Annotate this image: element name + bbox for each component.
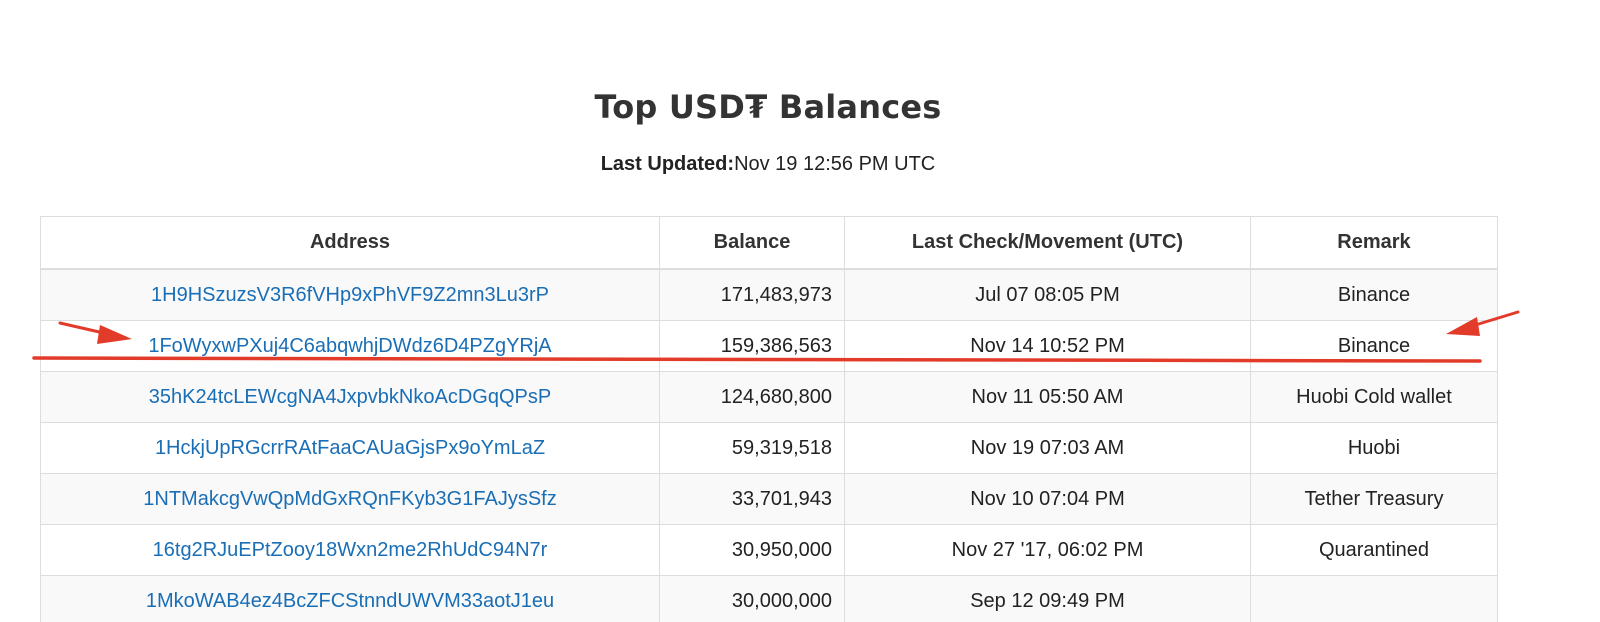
page: Top USD₮ Balances Last Updated:Nov 19 12… — [0, 0, 1600, 622]
address-link[interactable]: 1HckjUpRGcrrRAtFaaCAUaGjsPx9oYmLaZ — [155, 437, 545, 459]
balance-cell: 30,000,000 — [659, 575, 845, 622]
address-cell: 1HckjUpRGcrrRAtFaaCAUaGjsPx9oYmLaZ — [40, 422, 660, 474]
table-row: 1FoWyxwPXuj4C6abqwhjDWdz6D4PZgYRjA 159,3… — [40, 320, 1498, 372]
address-link[interactable]: 1MkoWAB4ez4BcZFCStnndUWVM33aotJ1eu — [146, 590, 554, 612]
table-row: 35hK24tcLEWcgNA4JxpvbkNkoAcDGqQPsP 124,6… — [40, 371, 1498, 423]
address-link[interactable]: 35hK24tcLEWcgNA4JxpvbkNkoAcDGqQPsP — [149, 386, 551, 408]
remark-cell — [1250, 575, 1498, 622]
balance-cell: 124,680,800 — [659, 371, 845, 423]
date-cell: Nov 10 07:04 PM — [844, 473, 1251, 525]
last-updated: Last Updated:Nov 19 12:56 PM UTC — [0, 153, 1536, 176]
address-cell: 16tg2RJuEPtZooy18Wxn2me2RhUdC94N7r — [40, 524, 660, 576]
balance-cell: 159,386,563 — [659, 320, 845, 372]
remark-cell: Binance — [1250, 320, 1498, 372]
table-row: 1NTMakcgVwQpMdGxRQnFKyb3G1FAJysSfz 33,70… — [40, 473, 1498, 525]
balance-cell: 30,950,000 — [659, 524, 845, 576]
column-header-last-check: Last Check/Movement (UTC) — [844, 216, 1251, 270]
balance-cell: 59,319,518 — [659, 422, 845, 474]
address-cell: 1MkoWAB4ez4BcZFCStnndUWVM33aotJ1eu — [40, 575, 660, 622]
table-row: 1MkoWAB4ez4BcZFCStnndUWVM33aotJ1eu 30,00… — [40, 575, 1498, 622]
table-header-row: Address Balance Last Check/Movement (UTC… — [40, 216, 1498, 270]
remark-cell: Huobi — [1250, 422, 1498, 474]
last-updated-value: Nov 19 12:56 PM UTC — [734, 153, 936, 175]
date-cell: Nov 14 10:52 PM — [844, 320, 1251, 372]
column-header-balance: Balance — [659, 216, 845, 270]
balances-table: Address Balance Last Check/Movement (UTC… — [40, 216, 1498, 622]
balance-cell: 171,483,973 — [659, 268, 845, 321]
date-cell: Jul 07 08:05 PM — [844, 268, 1251, 321]
address-link[interactable]: 16tg2RJuEPtZooy18Wxn2me2RhUdC94N7r — [153, 539, 548, 561]
column-header-address: Address — [40, 216, 660, 270]
page-title: Top USD₮ Balances — [594, 88, 942, 126]
address-cell: 1H9HSzuzsV3R6fVHp9xPhVF9Z2mn3Lu3rP — [40, 268, 660, 321]
last-updated-label: Last Updated: — [600, 153, 735, 175]
remark-cell: Quarantined — [1250, 524, 1498, 576]
address-link[interactable]: 1NTMakcgVwQpMdGxRQnFKyb3G1FAJysSfz — [143, 488, 556, 510]
remark-cell: Binance — [1250, 268, 1498, 321]
date-cell: Nov 19 07:03 AM — [844, 422, 1251, 474]
date-cell: Nov 27 '17, 06:02 PM — [844, 524, 1251, 576]
balance-cell: 33,701,943 — [659, 473, 845, 525]
remark-cell: Tether Treasury — [1250, 473, 1498, 525]
address-cell: 1NTMakcgVwQpMdGxRQnFKyb3G1FAJysSfz — [40, 473, 660, 525]
address-cell: 35hK24tcLEWcgNA4JxpvbkNkoAcDGqQPsP — [40, 371, 660, 423]
address-cell: 1FoWyxwPXuj4C6abqwhjDWdz6D4PZgYRjA — [40, 320, 660, 372]
date-cell: Nov 11 05:50 AM — [844, 371, 1251, 423]
table-row: 1HckjUpRGcrrRAtFaaCAUaGjsPx9oYmLaZ 59,31… — [40, 422, 1498, 474]
column-header-remark: Remark — [1250, 216, 1498, 270]
remark-cell: Huobi Cold wallet — [1250, 371, 1498, 423]
address-link[interactable]: 1FoWyxwPXuj4C6abqwhjDWdz6D4PZgYRjA — [148, 335, 551, 357]
table-row: 16tg2RJuEPtZooy18Wxn2me2RhUdC94N7r 30,95… — [40, 524, 1498, 576]
date-cell: Sep 12 09:49 PM — [844, 575, 1251, 622]
table-row: 1H9HSzuzsV3R6fVHp9xPhVF9Z2mn3Lu3rP 171,4… — [40, 268, 1498, 321]
address-link[interactable]: 1H9HSzuzsV3R6fVHp9xPhVF9Z2mn3Lu3rP — [151, 284, 549, 306]
